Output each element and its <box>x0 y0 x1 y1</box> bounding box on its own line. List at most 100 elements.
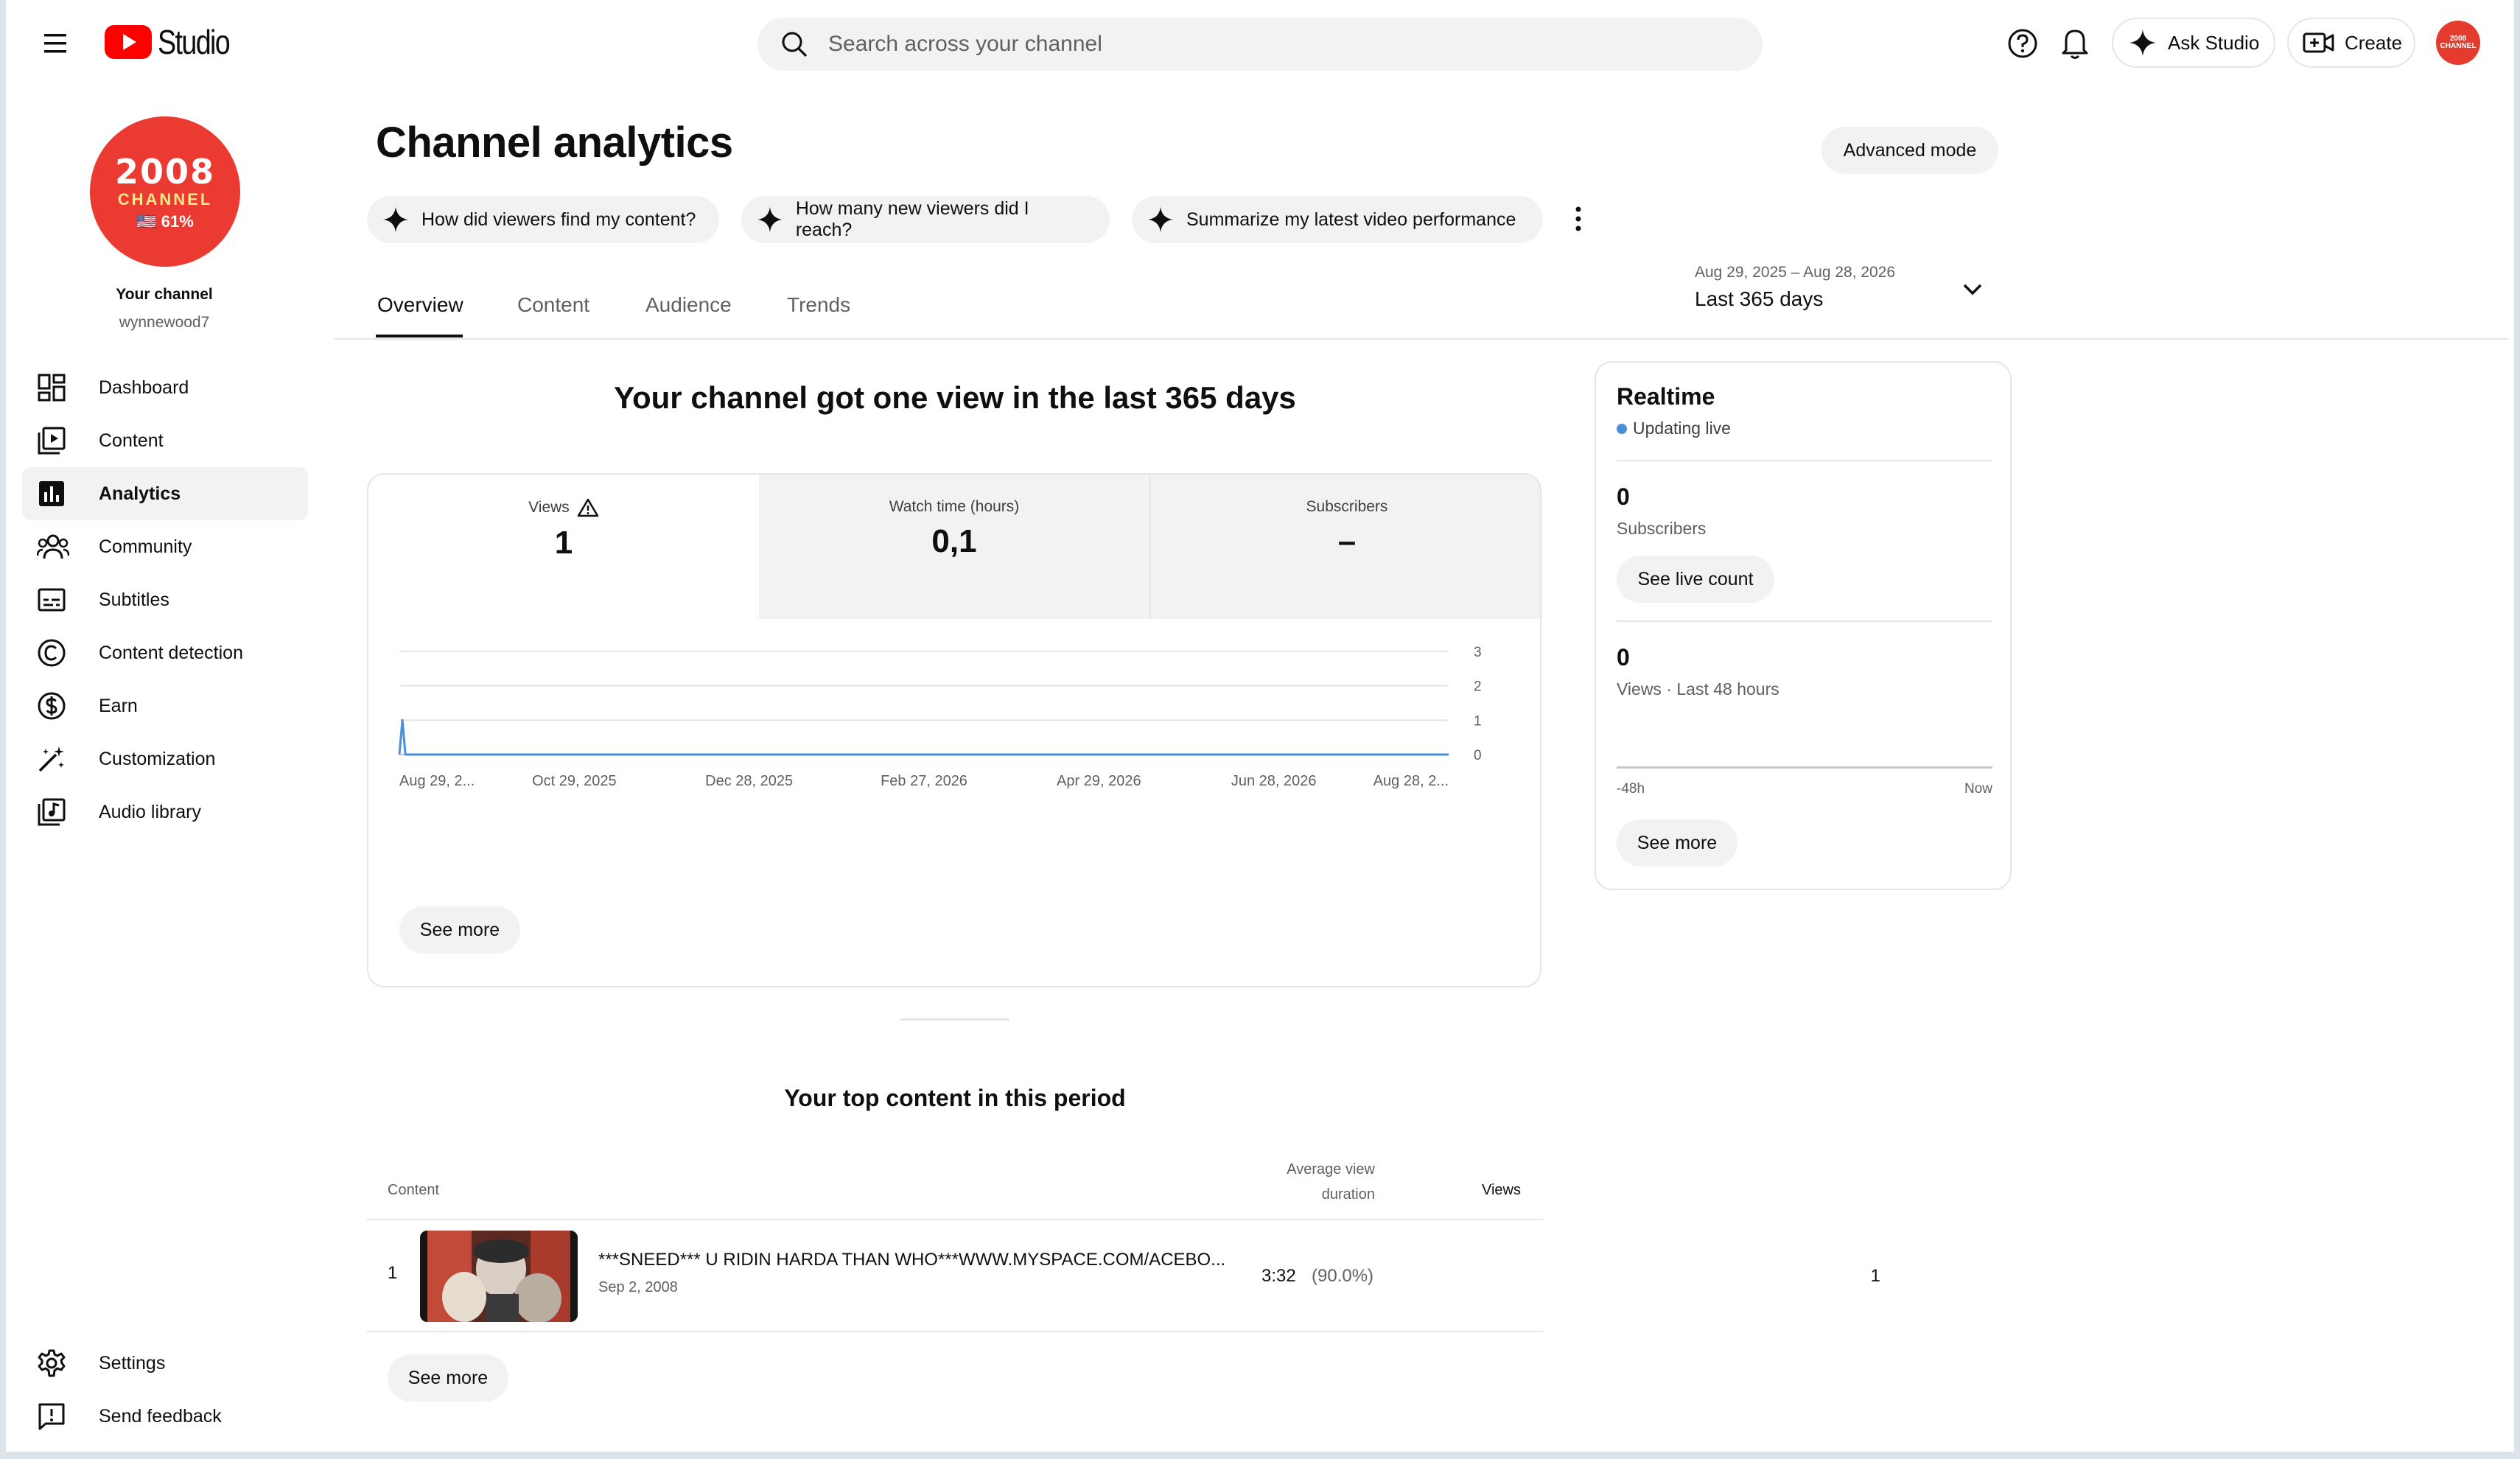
warning-icon <box>577 498 599 517</box>
x-tick-label: Feb 27, 2026 <box>881 773 967 789</box>
channel-handle: wynnewood7 <box>119 314 210 331</box>
metric-value: 1 <box>554 525 573 561</box>
see-live-count-button[interactable]: See live count <box>1617 556 1774 603</box>
studio-logo[interactable]: Studio <box>105 22 245 62</box>
suggestion-chip-summarize[interactable]: Summarize my latest video performance <box>1132 196 1543 243</box>
create-label: Create <box>2345 31 2403 54</box>
realtime-subscribers-value: 0 <box>1617 483 1630 510</box>
chart-see-more-button[interactable]: See more <box>399 906 520 954</box>
sidebar-item-label: Subtitles <box>99 589 169 610</box>
suggestion-chip-new-viewers[interactable]: How many new viewers did I reach? <box>741 196 1110 243</box>
y-tick-label: 0 <box>1474 748 1482 763</box>
menu-icon[interactable] <box>37 27 74 60</box>
row-rank: 1 <box>388 1263 398 1283</box>
realtime-divider <box>1617 460 1992 461</box>
column-header-avg-line1: Average view <box>1287 1161 1375 1178</box>
video-title[interactable]: ***SNEED*** U RIDIN HARDA THAN WHO***WWW… <box>598 1250 1225 1270</box>
x-tick-label: Oct 29, 2025 <box>532 773 617 789</box>
search-input[interactable] <box>828 32 1639 57</box>
live-dot-icon <box>1617 423 1627 434</box>
x-tick-label: Aug 28, 2... <box>1373 773 1449 789</box>
realtime-status: Updating live <box>1617 419 1731 438</box>
ask-studio-button[interactable]: Ask Studio <box>2112 18 2275 68</box>
search-icon <box>782 32 808 57</box>
video-date: Sep 2, 2008 <box>598 1279 678 1295</box>
sparkle-icon <box>757 206 783 233</box>
metric-views[interactable]: Views 1 <box>368 475 759 619</box>
channel-avatar-line1: 2008 <box>114 152 216 192</box>
your-channel-label: Your channel <box>116 286 213 303</box>
tab-content[interactable]: Content <box>517 293 589 317</box>
realtime-axis-right: Now <box>1964 781 1992 797</box>
sidebar-item-community[interactable]: Community <box>22 520 308 573</box>
video-thumbnail[interactable] <box>420 1231 578 1322</box>
sidebar-item-content[interactable]: Content <box>22 414 308 467</box>
x-tick-label: Apr 29, 2026 <box>1057 773 1141 789</box>
sidebar-item-label: Community <box>99 536 192 557</box>
tab-overview[interactable]: Overview <box>377 293 463 317</box>
search-bar[interactable] <box>757 18 1763 71</box>
suggestion-chip-traffic[interactable]: How did viewers find my content? <box>367 196 719 243</box>
tab-trends[interactable]: Trends <box>787 293 850 317</box>
realtime-status-text: Updating live <box>1633 419 1731 438</box>
magic-wand-icon <box>38 746 64 772</box>
metric-watch-time[interactable]: Watch time (hours) 0,1 <box>759 475 1151 619</box>
realtime-see-more-button[interactable]: See more <box>1617 819 1737 867</box>
sidebar-item-send-feedback[interactable]: Send feedback <box>22 1390 308 1443</box>
series-line <box>398 718 1449 756</box>
date-range-label[interactable]: Last 365 days <box>1695 287 1823 311</box>
sidebar-item-audio-library[interactable]: Audio library <box>22 786 308 839</box>
help-icon[interactable] <box>2006 27 2040 60</box>
youtube-play-icon <box>105 25 152 59</box>
sidebar-item-earn[interactable]: Earn <box>22 679 308 732</box>
subtitles-icon <box>38 588 66 612</box>
metric-label: Watch time (hours) <box>889 498 1020 515</box>
content-icon <box>38 427 66 455</box>
analytics-headline: Your channel got one view in the last 36… <box>614 380 1296 415</box>
sidebar-item-customization[interactable]: Customization <box>22 732 308 786</box>
column-header-content: Content <box>388 1182 440 1198</box>
sidebar-item-subtitles[interactable]: Subtitles <box>22 573 308 626</box>
metric-subscribers[interactable]: Subscribers – <box>1151 475 1540 619</box>
sidebar-item-label: Analytics <box>99 483 181 504</box>
window-frame-right <box>2514 0 2520 1459</box>
realtime-mini-chart-baseline <box>1617 766 1992 769</box>
table-row[interactable]: 1 ***SNEED*** U RIDIN HARDA THAN WHO***W… <box>367 1220 1880 1331</box>
sparkle-icon <box>1147 206 1174 233</box>
advanced-mode-button[interactable]: Advanced mode <box>1821 127 1998 174</box>
sidebar-item-label: Earn <box>99 695 138 716</box>
gear-icon <box>38 1349 66 1377</box>
x-tick-label: Aug 29, 2... <box>399 773 475 789</box>
table-row-divider <box>367 1331 1543 1332</box>
channel-avatar[interactable]: 2008 CHANNEL 🇺🇸 61% <box>90 116 240 267</box>
sidebar-item-label: Send feedback <box>99 1405 222 1427</box>
dashboard-icon <box>38 374 66 402</box>
realtime-title: Realtime <box>1617 383 1715 410</box>
tab-audience[interactable]: Audience <box>645 293 732 317</box>
metric-label: Views <box>528 499 570 516</box>
top-content-see-more-button[interactable]: See more <box>388 1354 508 1402</box>
date-range-text[interactable]: Aug 29, 2025 – Aug 28, 2026 <box>1695 264 1895 281</box>
sidebar-item-label: Customization <box>99 748 216 769</box>
community-icon <box>37 534 69 559</box>
sidebar-item-dashboard[interactable]: Dashboard <box>22 361 308 414</box>
page-title: Channel analytics <box>376 119 733 167</box>
account-avatar[interactable]: 2008 CHANNEL <box>2436 21 2480 65</box>
sidebar-item-content-detection[interactable]: Content detection <box>22 626 308 679</box>
avg-duration-percent: (90.0%) <box>1312 1266 1374 1286</box>
column-header-avg-line2: duration <box>1321 1186 1375 1203</box>
sidebar-item-label: Settings <box>99 1352 166 1374</box>
active-tab-indicator <box>376 335 463 337</box>
tabs-divider <box>335 338 2508 340</box>
sidebar-item-settings[interactable]: Settings <box>22 1337 308 1390</box>
create-video-icon <box>2303 32 2334 53</box>
chevron-down-icon[interactable] <box>1960 277 1985 302</box>
create-button[interactable]: Create <box>2287 18 2415 68</box>
sidebar-item-analytics[interactable]: Analytics <box>22 467 308 520</box>
sidebar-item-label: Content detection <box>99 642 243 663</box>
more-options-icon[interactable] <box>1564 202 1593 236</box>
y-tick-label: 1 <box>1474 713 1482 729</box>
realtime-axis-left: -48h <box>1617 781 1645 797</box>
realtime-views-label: Views · Last 48 hours <box>1617 679 1779 699</box>
notifications-bell-icon[interactable] <box>2059 25 2091 60</box>
